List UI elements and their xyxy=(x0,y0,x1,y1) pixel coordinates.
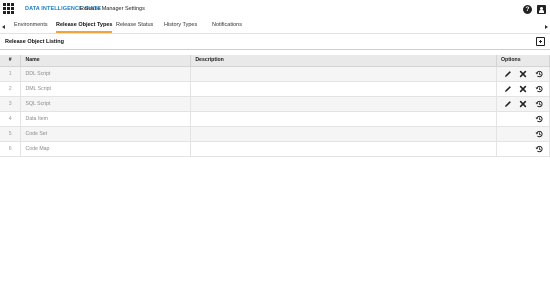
table-header-row: # Name Description Options xyxy=(0,55,550,67)
history-icon[interactable] xyxy=(535,130,543,138)
apps-grid-icon[interactable] xyxy=(3,3,14,14)
add-object-type-button[interactable] xyxy=(536,37,545,46)
row-number-cell: 3 xyxy=(0,96,22,112)
app-title: Release Manager Settings xyxy=(80,6,145,12)
delete-icon[interactable] xyxy=(519,70,527,78)
name-cell: Code Set xyxy=(20,126,192,142)
top-bar: DATA INTELLIGENCE SUITE Release Manager … xyxy=(0,0,550,20)
table-row[interactable]: 5 Code Set xyxy=(0,126,550,142)
history-icon[interactable] xyxy=(535,115,543,123)
name-cell: DML Script xyxy=(20,81,192,97)
options-cell xyxy=(496,141,550,157)
options-cell xyxy=(496,81,550,97)
tab-scroll-right-icon[interactable] xyxy=(545,25,548,29)
history-icon[interactable] xyxy=(535,85,543,93)
tab-history-types[interactable]: History Types xyxy=(164,22,197,33)
table-row[interactable]: 3 SQL Script xyxy=(0,96,550,112)
edit-icon[interactable] xyxy=(504,70,512,78)
options-cell xyxy=(496,96,550,112)
table-row[interactable]: 6 Code Map xyxy=(0,141,550,157)
history-icon[interactable] xyxy=(535,100,543,108)
description-cell xyxy=(190,141,497,157)
description-cell xyxy=(190,126,497,142)
table-row[interactable]: 4 Data Item xyxy=(0,111,550,127)
row-number-cell: 5 xyxy=(0,126,22,142)
options-cell xyxy=(496,66,550,82)
options-cell xyxy=(496,111,550,127)
tab-environments[interactable]: Environments xyxy=(14,22,48,33)
row-number-cell: 1 xyxy=(0,66,22,82)
edit-icon[interactable] xyxy=(504,100,512,108)
edit-icon[interactable] xyxy=(504,85,512,93)
row-number-cell: 4 xyxy=(0,111,22,127)
name-cell: SQL Script xyxy=(20,96,192,112)
name-cell: DDL Script xyxy=(20,66,192,82)
options-cell xyxy=(496,126,550,142)
history-icon[interactable] xyxy=(535,70,543,78)
row-number-cell: 6 xyxy=(0,141,22,157)
name-cell: Data Item xyxy=(20,111,192,127)
tab-bar: Environments Release Object Types Releas… xyxy=(0,20,550,34)
description-cell xyxy=(190,96,497,112)
user-icon[interactable] xyxy=(537,5,546,14)
description-cell xyxy=(190,111,497,127)
delete-icon[interactable] xyxy=(519,85,527,93)
table-row[interactable]: 2 DML Script xyxy=(0,81,550,97)
help-icon[interactable]: ? xyxy=(523,5,532,14)
column-header-number[interactable]: # xyxy=(0,55,22,67)
name-cell: Code Map xyxy=(20,141,192,157)
column-header-options: Options xyxy=(496,55,550,67)
tab-release-object-types[interactable]: Release Object Types xyxy=(56,22,113,33)
tab-scroll-left-icon[interactable] xyxy=(2,25,5,29)
column-header-description[interactable]: Description xyxy=(190,55,497,67)
section-header: Release Object Listing xyxy=(0,35,550,50)
delete-icon[interactable] xyxy=(519,100,527,108)
section-title: Release Object Listing xyxy=(5,39,64,45)
tab-notifications[interactable]: Notifications xyxy=(212,22,242,33)
description-cell xyxy=(190,81,497,97)
table-row[interactable]: 1 DDL Script xyxy=(0,66,550,82)
row-number-cell: 2 xyxy=(0,81,22,97)
table-body: 1 DDL Script 2 DML Script 3 SQL Script 4 Data I… xyxy=(0,66,550,157)
description-cell xyxy=(190,66,497,82)
column-header-name[interactable]: Name xyxy=(20,55,192,67)
history-icon[interactable] xyxy=(535,145,543,153)
release-object-table: # Name Description Options 1 DDL Script 2 D… xyxy=(0,55,550,157)
tab-release-status[interactable]: Release Status xyxy=(116,22,153,33)
